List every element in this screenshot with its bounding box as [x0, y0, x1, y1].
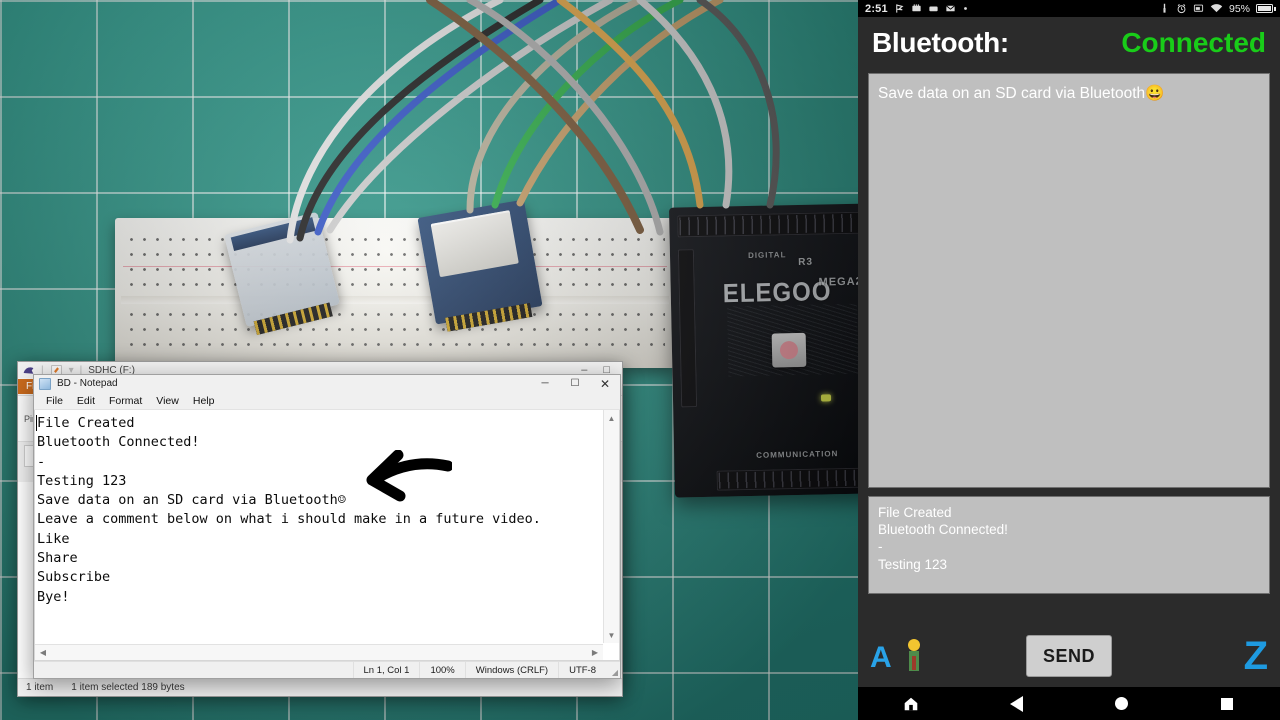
notepad-text-area[interactable]: File Created Bluetooth Connected! - Test…	[34, 410, 620, 661]
chat-icon	[928, 3, 939, 14]
android-status-bar: 2:51	[858, 0, 1280, 17]
status-cursor-position: Ln 1, Col 1	[353, 662, 420, 678]
menu-item-help[interactable]: Help	[186, 394, 222, 408]
status-bar-right-group: 95%	[1159, 3, 1273, 15]
dot-icon	[962, 5, 969, 12]
menu-item-format[interactable]: Format	[102, 394, 149, 408]
scroll-right-icon[interactable]: ▶	[587, 645, 603, 660]
notepad-vertical-scrollbar[interactable]: ▲ ▼	[603, 410, 619, 643]
nav-home-button[interactable]	[1069, 697, 1175, 710]
status-zoom-level: 100%	[419, 662, 464, 678]
notepad-minimize-button[interactable]: ─	[530, 375, 560, 392]
scroll-up-icon[interactable]: ▲	[604, 410, 619, 426]
svg-text:A: A	[870, 641, 892, 673]
flag-icon	[894, 3, 905, 14]
message-input-field[interactable]: Save data on an SD card via Bluetooth😀	[868, 73, 1270, 488]
screen-root: ELEGOO MEGA2560 R3 DIGITAL COMMUNICATION	[0, 0, 1280, 720]
sd-card-icon	[911, 3, 922, 14]
nav-back-button[interactable]	[964, 696, 1070, 712]
explorer-item-count: 1 item	[26, 682, 53, 693]
status-line-ending: Windows (CRLF)	[465, 662, 558, 678]
app-icon-right[interactable]	[902, 638, 926, 674]
annotation-arrow-icon	[360, 450, 452, 502]
app-header: Bluetooth: Connected	[858, 17, 1280, 69]
back-icon	[1010, 696, 1023, 712]
bluetooth-status-badge: Connected	[1121, 27, 1266, 59]
recents-icon	[1221, 698, 1233, 710]
desktop-video-region: ELEGOO MEGA2560 R3 DIGITAL COMMUNICATION	[0, 0, 858, 720]
menu-item-file[interactable]: File	[39, 394, 70, 408]
cast-icon	[1193, 3, 1204, 14]
notepad-close-button[interactable]: ✕	[590, 375, 620, 392]
explorer-status-bar: 1 item 1 item selected 189 bytes	[18, 678, 622, 696]
menu-item-edit[interactable]: Edit	[70, 394, 102, 408]
android-navigation-bar[interactable]	[858, 687, 1280, 720]
scroll-down-icon[interactable]: ▼	[604, 627, 619, 643]
home-dot-icon	[1115, 697, 1128, 710]
status-encoding: UTF-8	[558, 662, 606, 678]
mail-icon	[945, 3, 956, 14]
notepad-app-icon	[39, 378, 51, 390]
notepad-maximize-button[interactable]: ☐	[560, 375, 590, 392]
notepad-titlebar[interactable]: BD - Notepad ─ ☐ ✕	[34, 375, 620, 392]
bluetooth-label: Bluetooth:	[872, 27, 1009, 59]
alarm-clock-icon	[1176, 3, 1187, 14]
resize-grip-icon[interactable]: ◢	[606, 662, 620, 678]
menu-item-view[interactable]: View	[149, 394, 186, 408]
app-bottom-bar: A SEND Z	[858, 625, 1280, 687]
app-icon-left[interactable]: A	[870, 639, 896, 673]
explorer-selection-info: 1 item selected 189 bytes	[71, 682, 184, 693]
notepad-menubar[interactable]: File Edit Format View Help	[34, 392, 620, 410]
screwdriver-icon	[1159, 3, 1170, 14]
scroll-left-icon[interactable]: ◀	[35, 645, 51, 660]
notepad-title-text: BD - Notepad	[57, 378, 118, 389]
notepad-horizontal-scrollbar[interactable]: ◀ ▶	[35, 644, 603, 660]
zello-z-icon[interactable]: Z	[1244, 636, 1268, 676]
android-phone-region: 2:51	[858, 0, 1280, 720]
wifi-icon	[1210, 3, 1223, 14]
status-clock: 2:51	[865, 3, 888, 15]
nav-recents-button[interactable]	[1175, 698, 1280, 710]
received-log-field[interactable]: File Created Bluetooth Connected! - Test…	[868, 496, 1270, 594]
home-icon	[902, 695, 920, 713]
notepad-text-content[interactable]: File Created Bluetooth Connected! - Test…	[35, 414, 602, 643]
send-button[interactable]: SEND	[1026, 635, 1112, 677]
notepad-window-controls[interactable]: ─ ☐ ✕	[530, 375, 620, 392]
battery-percent-label: 95%	[1229, 3, 1250, 15]
notepad-window[interactable]: BD - Notepad ─ ☐ ✕ File Edit Format View…	[33, 374, 621, 679]
nav-home-shortcut[interactable]	[858, 695, 964, 713]
notepad-status-bar: Ln 1, Col 1 100% Windows (CRLF) UTF-8 ◢	[34, 661, 620, 678]
battery-icon	[1256, 4, 1273, 13]
